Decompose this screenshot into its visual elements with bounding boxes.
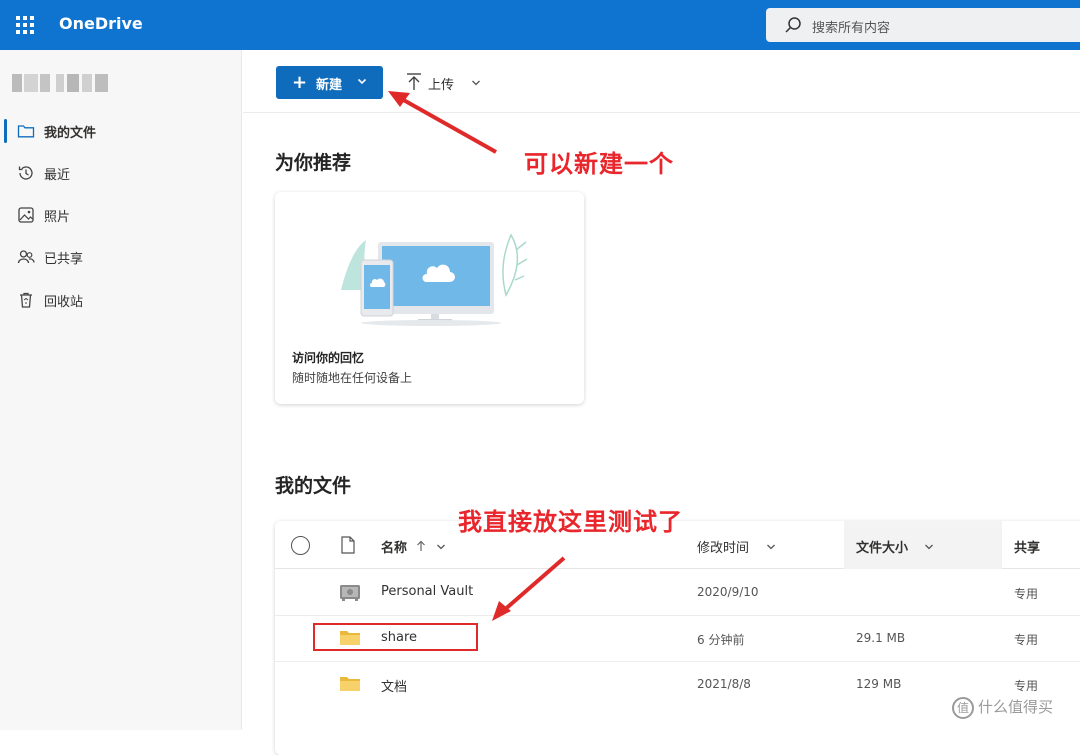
sidebar-item-my-files[interactable]: 我的文件 [0,113,242,149]
sidebar: 我的文件 最近 照片 已共享 回收站 [0,50,242,730]
file-modified: 6 分钟前 [697,633,745,647]
highlight-box [313,623,478,651]
selection-indicator [4,119,7,143]
sidebar-item-label: 最近 [44,168,71,183]
sidebar-item-recent[interactable]: 最近 [0,155,242,191]
search-placeholder: 搜索所有内容 [812,21,891,36]
new-button[interactable]: + 新建 [276,66,383,99]
sidebar-item-recycle-bin[interactable]: 回收站 [0,282,242,318]
new-button-label: 新建 [316,78,343,93]
annotation-share-hint: 我直接放这里测试了 [458,508,683,536]
photo-icon [18,207,34,223]
upload-button-label: 上传 [428,78,455,93]
file-modified: 2021/8/8 [697,677,751,691]
my-files-heading: 我的文件 [275,475,352,497]
select-all-radio[interactable] [291,536,310,555]
file-sharing: 专用 [1014,633,1039,647]
search-box[interactable]: 搜索所有内容 [766,8,1080,42]
watermark: 值什么值得买 [952,696,1053,719]
file-sharing: 专用 [1014,679,1039,693]
file-size: 29.1 MB [856,631,906,645]
upload-icon [407,73,421,90]
column-header-sharing[interactable]: 共享 [1014,537,1040,556]
upload-button[interactable]: 上传 [401,66,491,99]
people-icon [17,250,35,264]
sidebar-item-label: 已共享 [44,252,84,267]
search-icon [785,17,801,33]
sidebar-item-shared[interactable]: 已共享 [0,239,242,275]
plus-icon: + [292,72,308,93]
chevron-down-icon[interactable] [435,541,447,553]
user-name-blurred [12,74,110,92]
file-name[interactable]: Personal Vault [381,584,473,599]
chevron-down-icon[interactable] [923,541,935,553]
recycle-bin-icon [20,292,32,308]
file-name[interactable]: 文档 [381,676,407,695]
sidebar-item-label: 我的文件 [44,126,97,141]
chevron-down-icon [472,80,480,86]
column-header-modified[interactable]: 修改时间 [697,537,749,556]
watermark-text: 什么值得买 [978,698,1054,716]
card-subtitle: 随时随地在任何设备上 [292,371,413,385]
sidebar-item-photos[interactable]: 照片 [0,197,242,233]
sidebar-item-label: 回收站 [44,295,84,310]
devices-illustration [341,233,528,326]
watermark-logo: 值 [952,696,974,719]
recommended-heading: 为你推荐 [275,152,352,174]
chevron-down-icon [357,78,367,85]
sidebar-item-label: 照片 [44,210,71,225]
annotation-new-hint: 可以新建一个 [524,150,674,178]
file-size: 129 MB [856,677,902,691]
chevron-down-icon[interactable] [765,541,777,553]
history-icon [18,166,33,180]
folder-icon [17,125,35,138]
file-sharing: 专用 [1014,587,1039,601]
file-modified: 2020/9/10 [697,585,759,599]
command-bar: + 新建 上传 [243,50,1080,113]
card-title: 访问你的回忆 [292,351,365,365]
top-bar: OneDrive 搜索所有内容 [0,0,1080,50]
memories-card[interactable]: 访问你的回忆 随时随地在任何设备上 [275,192,584,404]
app-launcher-icon[interactable] [16,16,34,34]
vault-icon [340,585,360,601]
file-type-icon [341,536,355,554]
column-header-name[interactable]: 名称 [381,537,407,556]
sort-ascending-icon [417,540,425,551]
column-header-size[interactable]: 文件大小 [856,537,908,556]
folder-icon [340,677,360,691]
table-row[interactable]: Personal Vault 2020/9/10 专用 [275,570,1080,616]
app-title[interactable]: OneDrive [59,14,143,33]
